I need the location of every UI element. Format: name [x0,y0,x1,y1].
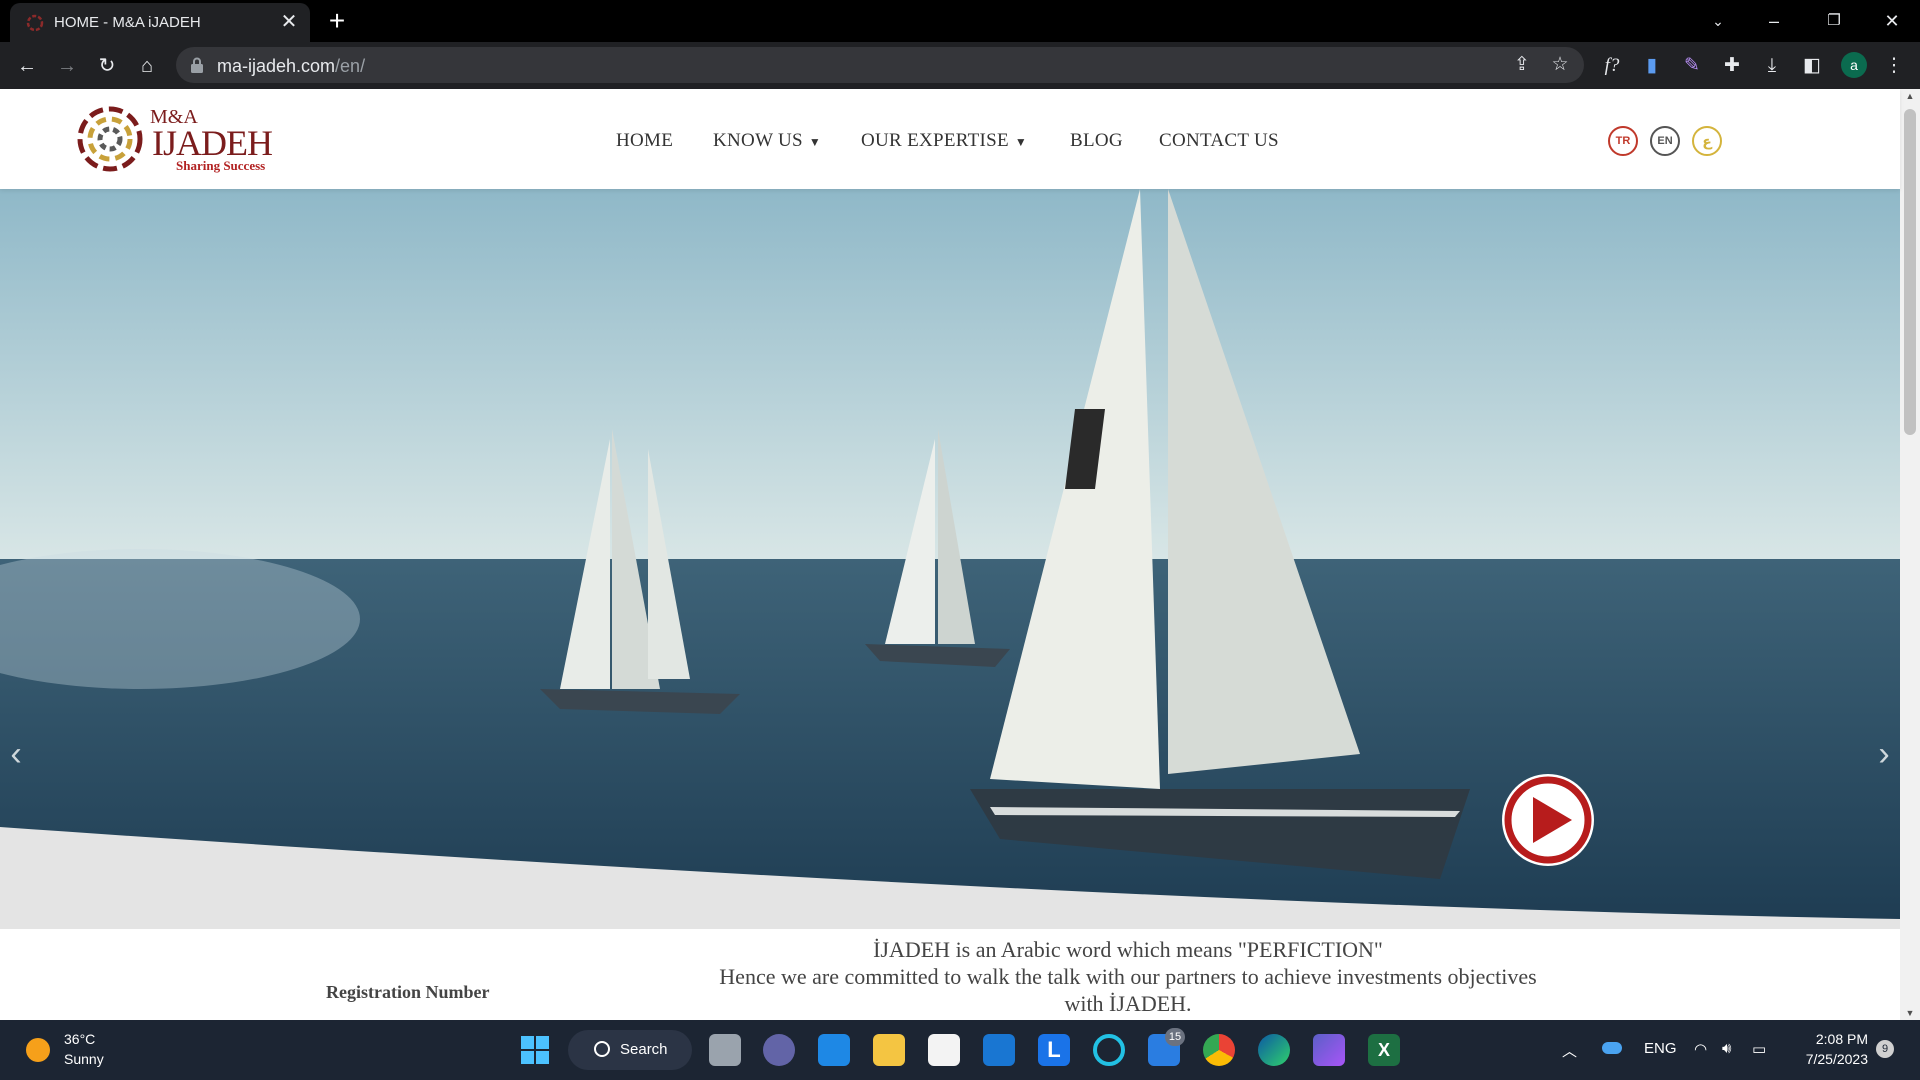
language-en-button[interactable]: EN [1650,126,1680,156]
nav-home[interactable]: HOME [616,130,673,152]
weather-condition: Sunny [64,1051,104,1067]
site-favicon-icon [26,14,44,32]
file-explorer-icon[interactable] [873,1034,905,1066]
pen-extension-icon[interactable]: ✎ [1678,52,1706,80]
docs-extension-icon[interactable]: ▮ [1638,52,1666,80]
notification-badge: 15 [1165,1028,1185,1046]
battery-icon[interactable]: ▭ [1752,1040,1766,1058]
browser-toolbar: ← → ↻ ⌂ ma-ijadeh.com/en/ ⇪ ☆ f? ▮ ✎ ✚ ⤓… [0,42,1920,89]
formula-extension-icon[interactable]: f? [1598,52,1626,80]
clock-date[interactable]: 7/25/2023 [1796,1051,1868,1067]
teams-chat-icon[interactable] [763,1034,795,1066]
browser-tab[interactable]: HOME - M&A iJADEH ✕ [10,3,310,42]
cortana-icon[interactable] [1093,1034,1125,1066]
page-scrollbar[interactable]: ▲ ▼ [1900,89,1920,1020]
windows-taskbar: 36°C Sunny Search L 15 X ︿ ENG ◠ 🔊︎ ▭ 2:… [0,1020,1920,1080]
registration-number-label: Registration Number [326,982,490,1002]
logo-tagline: Sharing Success [176,158,266,173]
chevron-down-icon: ▼ [808,135,822,149]
nav-know-us[interactable]: KNOW US ▼ [713,130,821,152]
back-icon[interactable]: ← [12,51,42,81]
share-icon[interactable]: ⇪ [1510,53,1534,77]
task-view-icon[interactable] [709,1034,741,1066]
nav-blog[interactable]: BLOG [1070,130,1123,152]
side-panel-icon[interactable]: ◧ [1798,52,1826,80]
restore-icon[interactable]: ❐ [1814,6,1854,36]
chrome-icon[interactable] [1203,1034,1235,1066]
language-tr-button[interactable]: TR [1608,126,1638,156]
copilot-icon[interactable] [1313,1034,1345,1066]
hero-sailboats-image [0,189,1900,929]
input-language[interactable]: ENG [1644,1040,1677,1057]
wifi-icon[interactable]: ◠ [1694,1040,1707,1058]
minimize-icon[interactable]: – [1754,6,1794,36]
search-icon [594,1041,610,1057]
mail-icon[interactable] [983,1034,1015,1066]
nav-our-expertise[interactable]: OUR EXPERTISE ▼ [861,130,1027,152]
play-video-icon[interactable] [1502,774,1594,866]
tray-chevron-up-icon[interactable]: ︿ [1562,1040,1577,1061]
slider-next-icon[interactable]: › [1872,734,1896,774]
bookmark-star-icon[interactable]: ☆ [1548,53,1572,77]
profile-avatar[interactable]: a [1841,52,1867,78]
intro-section: İJADEH is an Arabic word which means "PE… [0,910,1900,1020]
tab-search-icon[interactable]: ⌄ [1698,6,1738,36]
site-logo[interactable]: M&A IJADEH Sharing Success [72,96,292,182]
url-text: ma-ijadeh.com/en/ [217,56,366,76]
site-header: M&A IJADEH Sharing Success HOME KNOW US ▼… [0,89,1900,189]
close-window-icon[interactable]: ✕ [1872,6,1912,36]
l-app-icon[interactable]: L [1038,1034,1070,1066]
clock-time[interactable]: 2:08 PM [1810,1031,1868,1047]
scrollbar-thumb[interactable] [1904,109,1916,435]
nav-contact-us[interactable]: CONTACT US [1159,130,1279,152]
browser-menu-icon[interactable]: ⋮ [1880,52,1908,80]
language-ar-button[interactable]: ع [1692,126,1722,156]
sun-weather-icon[interactable] [26,1038,50,1062]
slider-prev-icon[interactable]: ‹ [4,734,28,774]
chevron-down-icon: ▼ [1014,135,1028,149]
tab-title: HOME - M&A iJADEH [54,14,201,31]
desktop-icon[interactable] [818,1034,850,1066]
new-tab-button[interactable]: + [322,6,352,36]
taskbar-search[interactable]: Search [568,1030,692,1070]
scroll-up-icon[interactable]: ▲ [1900,89,1920,103]
intro-text: İJADEH is an Arabic word which means "PE… [719,937,1537,1016]
scroll-down-icon[interactable]: ▼ [1900,1006,1920,1020]
browser-tab-strip: HOME - M&A iJADEH ✕ + ⌄ – ❐ ✕ [0,0,1920,42]
address-bar[interactable]: ma-ijadeh.com/en/ ⇪ ☆ [176,47,1584,83]
hero-slider[interactable]: ‹ › [0,189,1900,929]
tab-close-icon[interactable]: ✕ [278,11,300,33]
windows-start-icon[interactable] [519,1034,551,1066]
forward-icon[interactable]: → [52,51,82,81]
weather-temperature: 36°C [64,1031,96,1047]
download-icon[interactable]: ⤓ [1758,52,1786,80]
extensions-puzzle-icon[interactable]: ✚ [1718,52,1746,80]
onedrive-icon[interactable] [1602,1042,1622,1054]
logo-knot-icon [77,106,143,172]
microsoft-store-icon[interactable] [928,1034,960,1066]
notification-center-badge[interactable]: 9 [1876,1040,1894,1058]
volume-icon[interactable]: 🔊︎ [1722,1040,1731,1057]
reload-icon[interactable]: ↻ [92,51,122,81]
home-icon[interactable]: ⌂ [132,51,162,81]
lock-icon [191,57,203,73]
excel-icon[interactable]: X [1368,1034,1400,1066]
edge-icon[interactable] [1258,1034,1290,1066]
